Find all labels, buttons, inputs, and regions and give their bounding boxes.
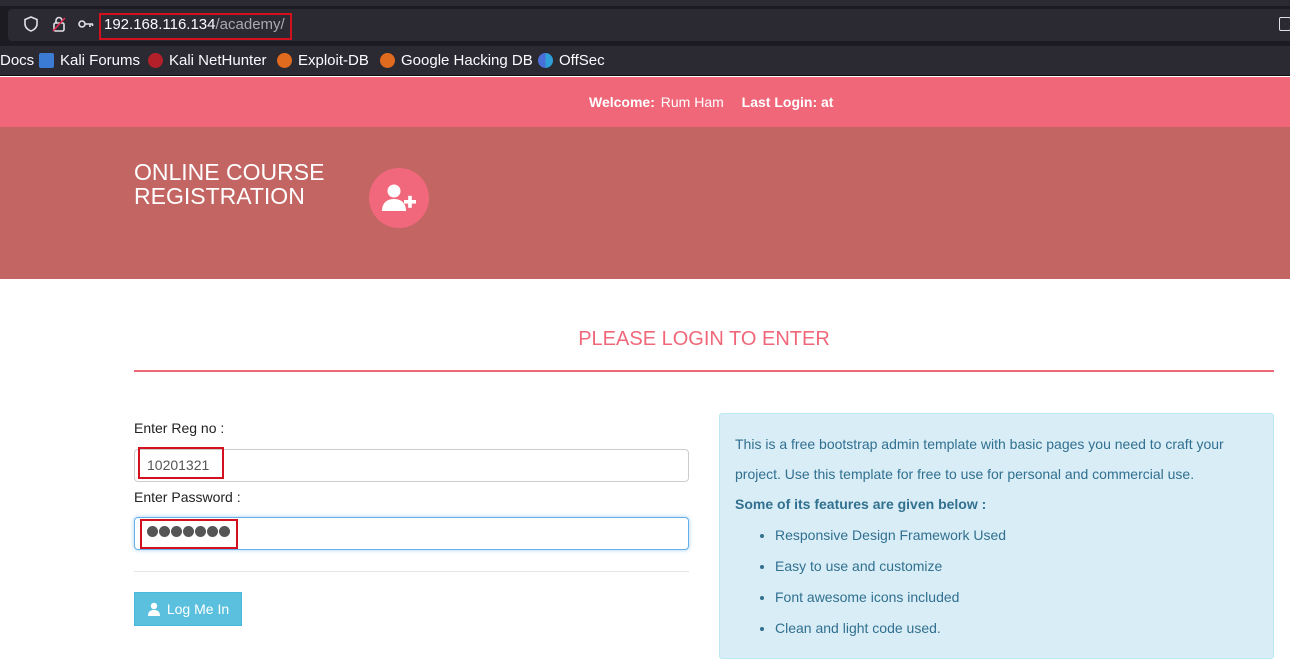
reg-no-highlight-box xyxy=(138,447,224,479)
reader-view-icon[interactable] xyxy=(1279,17,1290,31)
insecure-lock-icon[interactable] xyxy=(50,15,68,33)
ghdb-icon xyxy=(380,53,395,68)
password-label: Enter Password : xyxy=(134,489,241,505)
form-divider xyxy=(134,571,689,572)
bookmark-docs[interactable]: Docs xyxy=(0,52,34,69)
kali-forums-icon xyxy=(39,53,54,68)
user-icon xyxy=(147,602,160,616)
browser-toolbar: 192.168.116.134/academy/ xyxy=(0,0,1290,46)
tab-strip xyxy=(0,0,1290,6)
bookmark-kali-forums[interactable]: Kali Forums xyxy=(39,52,140,69)
exploitdb-icon xyxy=(277,53,292,68)
bookmark-offsec[interactable]: OffSec xyxy=(538,52,605,69)
page-title: PLEASE LOGIN TO ENTER xyxy=(578,328,830,350)
nethunter-icon xyxy=(148,53,163,68)
last-login: Last Login: at xyxy=(741,94,834,110)
url-text[interactable]: 192.168.116.134/academy/ xyxy=(104,16,285,33)
bookmark-kali-nethunter[interactable]: Kali NetHunter xyxy=(148,52,267,69)
list-item: Responsive Design Framework Used xyxy=(775,520,1006,551)
list-item: Clean and light code used. xyxy=(775,613,1006,644)
user-plus-icon xyxy=(369,168,429,228)
offsec-icon xyxy=(538,53,553,68)
heading-divider xyxy=(134,370,1274,372)
features-list: Responsive Design Framework Used Easy to… xyxy=(775,520,1006,644)
features-title: Some of its features are given below : xyxy=(735,496,987,512)
info-text: This is a free bootstrap admin template … xyxy=(735,436,1224,482)
site-banner: ONLINE COURSE REGISTRATION xyxy=(0,127,1290,279)
shield-icon[interactable] xyxy=(22,15,40,33)
info-panel: This is a free bootstrap admin template … xyxy=(719,413,1274,659)
list-item: Easy to use and customize xyxy=(775,551,1006,582)
welcome-bar: Welcome: Rum Ham Last Login: at xyxy=(0,77,1290,127)
welcome-message: Welcome: Rum Ham Last Login: at xyxy=(589,94,834,110)
key-icon[interactable] xyxy=(77,15,95,33)
list-item: Font awesome icons included xyxy=(775,582,1006,613)
password-highlight-box xyxy=(140,519,238,549)
reg-no-label: Enter Reg no : xyxy=(134,420,225,436)
user-name: Rum Ham xyxy=(660,94,724,110)
bookmarks-toolbar: Docs Kali Forums Kali NetHunter Exploit-… xyxy=(0,46,1290,76)
bookmark-exploit-db[interactable]: Exploit-DB xyxy=(277,52,369,69)
site-brand[interactable]: ONLINE COURSE REGISTRATION xyxy=(134,160,354,208)
log-me-in-button[interactable]: Log Me In xyxy=(134,592,242,626)
bookmark-google-hacking-db[interactable]: Google Hacking DB xyxy=(380,52,533,69)
